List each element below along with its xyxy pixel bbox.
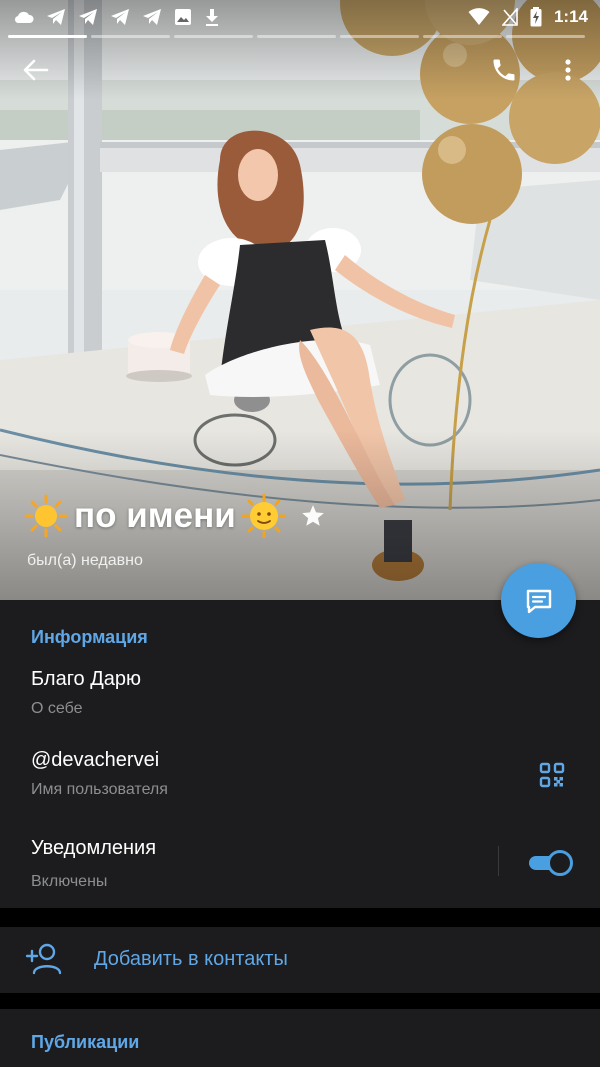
more-vertical-icon — [565, 59, 571, 81]
cloud-icon — [14, 11, 34, 24]
photo-segment — [91, 35, 170, 38]
username-value: @devachervei — [31, 749, 160, 771]
photo-segment — [8, 35, 87, 38]
add-to-contacts-button[interactable]: Добавить в контакты — [0, 927, 600, 993]
notifications-title: Уведомления — [31, 837, 157, 859]
info-section-title: Информация — [31, 627, 148, 647]
profile-name-text: по имени — [74, 496, 236, 535]
status-time: 1:14 — [553, 7, 588, 26]
more-button[interactable] — [546, 48, 590, 92]
status-bar-system: 1:14 — [468, 7, 588, 27]
toggle-knob — [547, 850, 573, 876]
no-signal-icon — [501, 8, 518, 26]
bio-label: О себе — [31, 700, 83, 717]
star-icon — [301, 505, 324, 526]
notifications-status: Включены — [31, 873, 108, 890]
publications-section-title: Публикации — [31, 1032, 140, 1052]
qr-code-button[interactable] — [532, 755, 572, 795]
qr-code-icon — [539, 762, 565, 788]
battery-charging-icon — [530, 7, 542, 27]
call-button[interactable] — [482, 48, 526, 92]
bio-value: Благо Дарю — [31, 668, 142, 690]
section-gap — [0, 908, 600, 927]
notifications-toggle[interactable] — [527, 849, 573, 877]
photo-segment — [257, 35, 336, 38]
photo-segment — [174, 35, 253, 38]
telegram-icon — [111, 9, 129, 25]
download-icon — [206, 9, 218, 26]
telegram-icon — [79, 9, 97, 25]
telegram-icon — [47, 9, 65, 25]
phone-icon — [493, 59, 515, 81]
status-bar-notifications — [14, 8, 220, 26]
last-seen-status: был(а) недавно — [27, 552, 143, 569]
back-button[interactable] — [14, 48, 58, 92]
section-gap — [0, 993, 600, 1009]
wifi-icon — [468, 8, 490, 25]
image-icon — [175, 9, 191, 25]
add-user-icon — [26, 943, 62, 975]
photo-progress-segments — [8, 35, 592, 38]
profile-name: по имени — [24, 494, 326, 538]
row-divider — [498, 846, 499, 876]
photo-segment — [340, 35, 419, 38]
send-message-button[interactable] — [501, 563, 576, 638]
profile-toolbar — [0, 48, 600, 92]
message-icon — [526, 589, 551, 613]
sun-icon — [24, 494, 68, 538]
photo-segment — [423, 35, 502, 38]
arrow-left-icon — [23, 59, 49, 81]
sun-with-face-icon — [241, 494, 286, 538]
status-bar: 1:14 — [0, 0, 600, 34]
photo-segment — [506, 35, 585, 38]
add-to-contacts-label: Добавить в контакты — [94, 948, 288, 970]
telegram-icon — [143, 9, 161, 25]
username-label: Имя пользователя — [31, 781, 168, 798]
